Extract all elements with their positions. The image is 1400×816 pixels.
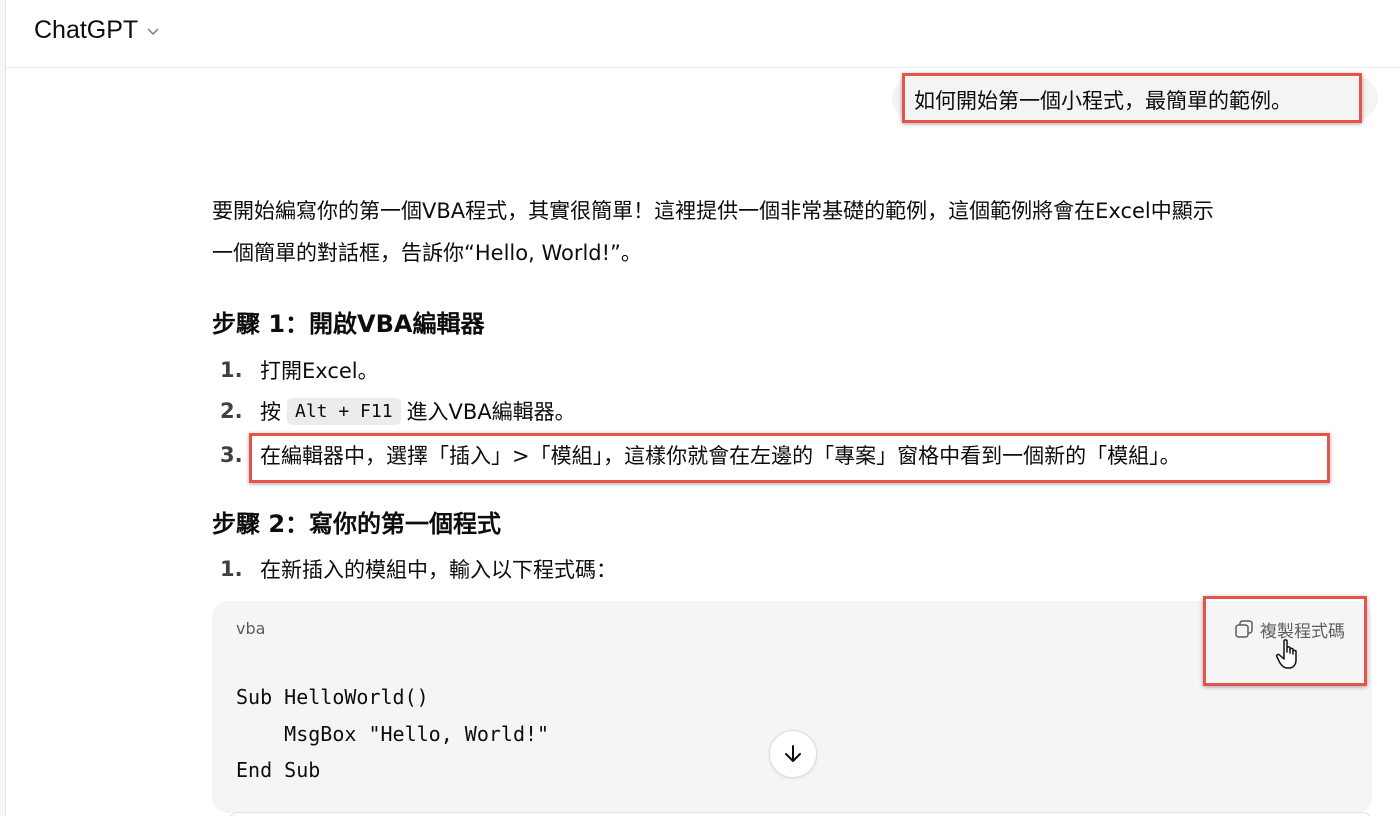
chat-window: ChatGPT 如何開始第一個小程式，最簡單的範例。 要開始編寫你的第一個VBA… [5,0,1400,816]
step1-heading: 步驟 1：開啟VBA編輯器 [212,310,485,338]
code-line: MsgBox "Hello, World!" [236,722,550,746]
list-number: 3. [220,443,243,467]
intro-line-2: 一個簡單的對話框，告訴你“Hello, World!”。 [212,241,642,265]
model-selector[interactable]: ChatGPT [34,14,160,46]
list-number: 1. [220,358,243,382]
list-item: 1. 打開Excel。 [220,355,379,385]
list-text: 在新插入的模組中，輸入以下程式碼： [260,558,617,582]
top-bar: ChatGPT [6,0,1400,68]
list-item: 3. 在編輯器中，選擇「插入」>「模組」，這樣你就會在左邊的「專案」窗格中看到一… [220,440,1181,470]
model-name: ChatGPT [34,15,139,44]
list-item: 2. 按 Alt + F11 進入VBA編輯器。 [220,396,576,426]
intro-line-1: 要開始編寫你的第一個VBA程式，其實很簡單！這裡提供一個非常基礎的範例，這個範例… [212,199,1214,223]
code-block: vba 複製程式碼 Sub HelloWorld() MsgBox "Hello… [212,601,1372,813]
list-number: 1. [220,557,243,581]
hand-cursor-icon [1276,639,1297,669]
shortcut-code: Alt + F11 [287,397,401,425]
chevron-down-icon [147,28,159,36]
scroll-to-bottom-button[interactable] [769,730,817,778]
code-line: End Sub [236,758,321,782]
list-text-post: 進入VBA編輯器。 [406,400,576,424]
list-text-pre: 按 [260,400,281,424]
list-number: 2. [220,399,243,423]
assistant-intro: 要開始編寫你的第一個VBA程式，其實很簡單！這裡提供一個非常基礎的範例，這個範例… [212,190,1372,274]
composer-edge [228,812,1372,816]
arrow-down-icon [785,745,801,762]
list-item: 1. 在新插入的模組中，輸入以下程式碼： [220,554,617,584]
list-text: 打開Excel。 [260,359,379,383]
code-language: vba [236,619,266,638]
list-text: 在編輯器中，選擇「插入」>「模組」，這樣你就會在左邊的「專案」窗格中看到一個新的… [260,444,1181,468]
copy-icon [1235,620,1253,638]
step2-heading: 步驟 2：寫你的第一個程式 [212,510,502,538]
code-line: Sub HelloWorld() [236,685,429,709]
user-message-text: 如何開始第一個小程式，最簡單的範例。 [914,89,1292,113]
